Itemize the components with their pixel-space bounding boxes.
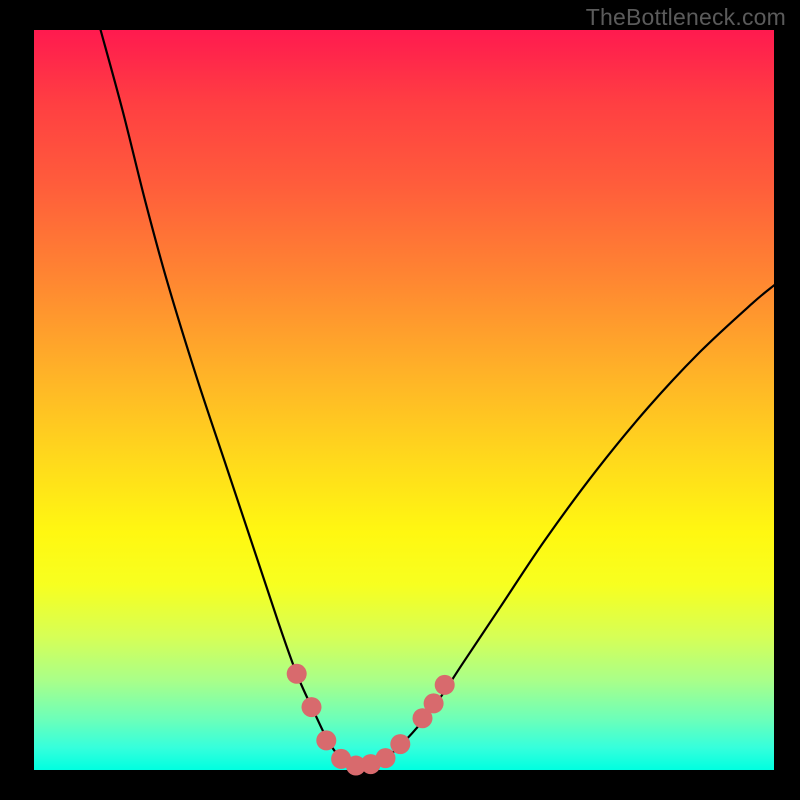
- highlighted-markers: [287, 664, 455, 776]
- watermark-text: TheBottleneck.com: [586, 4, 786, 31]
- marker-dot: [302, 697, 322, 717]
- marker-dot: [376, 748, 396, 768]
- marker-dot: [424, 693, 444, 713]
- chart-frame: TheBottleneck.com: [0, 0, 800, 800]
- bottleneck-curve: [101, 30, 774, 766]
- marker-dot: [435, 675, 455, 695]
- marker-dot: [390, 734, 410, 754]
- plot-area: [34, 30, 774, 770]
- curve-layer: [34, 30, 774, 770]
- marker-dot: [316, 730, 336, 750]
- marker-dot: [287, 664, 307, 684]
